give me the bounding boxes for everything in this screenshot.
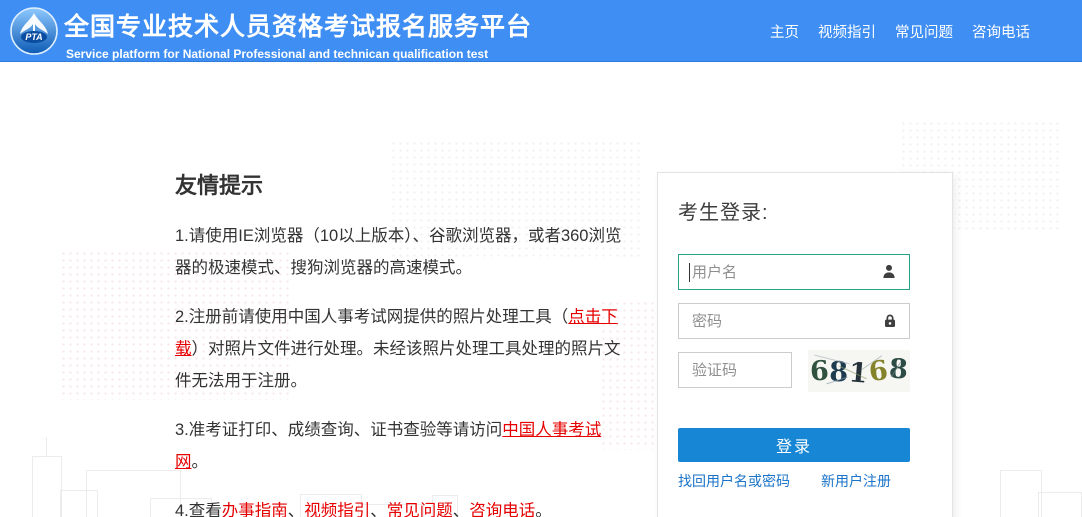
tips-title: 友情提示: [175, 168, 630, 200]
pta-logo-icon: PTA: [10, 7, 58, 55]
nav-faq[interactable]: 常见问题: [895, 21, 953, 42]
header-titles: 全国专业技术人员资格考试报名服务平台 Service platform for …: [64, 7, 532, 61]
tip-2-text-post: ）对照片文件进行处理。未经该照片处理工具处理的照片文件无法用于注册。: [175, 340, 621, 390]
tip-3: 3.准考证打印、成绩查询、证书查验等请访问中国人事考试网。: [175, 414, 630, 478]
captcha-image[interactable]: 68168: [808, 350, 910, 392]
skyline-antenna: [46, 437, 47, 457]
tip-4-text-pre: 4.查看: [175, 502, 222, 517]
password-field: [678, 303, 910, 339]
login-panel: 考生登录:: [657, 172, 953, 517]
tip-3-text-post: 。: [192, 453, 209, 471]
tip-4-sep: 、: [288, 502, 305, 517]
svg-text:PTA: PTA: [25, 32, 42, 42]
faq-link[interactable]: 常见问题: [387, 502, 453, 517]
tip-1: 1.请使用IE浏览器（10以上版本）、谷歌浏览器，或者360浏览器的极速模式、搜…: [175, 220, 630, 284]
header: PTA 全国专业技术人员资格考试报名服务平台 Service platform …: [0, 0, 1082, 62]
nav-home[interactable]: 主页: [770, 21, 799, 42]
nav-video-guide[interactable]: 视频指引: [818, 21, 876, 42]
header-nav: 主页 视频指引 常见问题 咨询电话: [770, 0, 1030, 62]
tip-4-sep: 、: [453, 502, 470, 517]
captcha-row: 68168: [678, 352, 910, 392]
consult-phone-link[interactable]: 咨询电话: [469, 502, 535, 517]
user-icon: [880, 263, 898, 281]
skyline-building: [32, 456, 62, 517]
lock-icon: [882, 313, 898, 329]
text-caret: [689, 263, 690, 282]
site-subtitle: Service platform for National Profession…: [66, 47, 532, 61]
site-title: 全国专业技术人员资格考试报名服务平台: [64, 7, 532, 43]
captcha-input[interactable]: [679, 353, 791, 387]
skyline-building: [1038, 492, 1082, 517]
login-links: 找回用户名或密码 新用户注册: [678, 471, 910, 491]
service-guide-link[interactable]: 办事指南: [222, 502, 288, 517]
tip-4-text-post: 。: [535, 502, 552, 517]
username-input[interactable]: [679, 255, 909, 289]
skyline-building: [1000, 470, 1042, 517]
tip-2: 2.注册前请使用中国人事考试网提供的照片处理工具（点击下载）对照片文件进行处理。…: [175, 301, 630, 397]
tip-4: 4.查看办事指南、视频指引、常见问题、咨询电话。: [175, 495, 630, 517]
video-guide-link[interactable]: 视频指引: [304, 502, 370, 517]
tip-1-text: 1.请使用IE浏览器（10以上版本）、谷歌浏览器，或者360浏览器的极速模式、搜…: [175, 227, 621, 277]
tip-3-text-pre: 3.准考证打印、成绩查询、证书查验等请访问: [175, 421, 502, 439]
register-link[interactable]: 新用户注册: [821, 471, 891, 491]
password-input[interactable]: [679, 304, 909, 338]
nav-consult-phone[interactable]: 咨询电话: [972, 21, 1030, 42]
tip-2-text-pre: 2.注册前请使用中国人事考试网提供的照片处理工具（: [175, 308, 568, 326]
page: PTA 全国专业技术人员资格考试报名服务平台 Service platform …: [0, 0, 1082, 517]
tips-section: 友情提示 1.请使用IE浏览器（10以上版本）、谷歌浏览器，或者360浏览器的极…: [175, 168, 630, 517]
username-field: [678, 254, 910, 290]
login-title: 考生登录:: [678, 196, 952, 225]
tip-4-sep: 、: [370, 502, 387, 517]
captcha-field: [678, 352, 792, 388]
forgot-credentials-link[interactable]: 找回用户名或密码: [678, 471, 790, 491]
login-button[interactable]: 登录: [678, 428, 910, 462]
